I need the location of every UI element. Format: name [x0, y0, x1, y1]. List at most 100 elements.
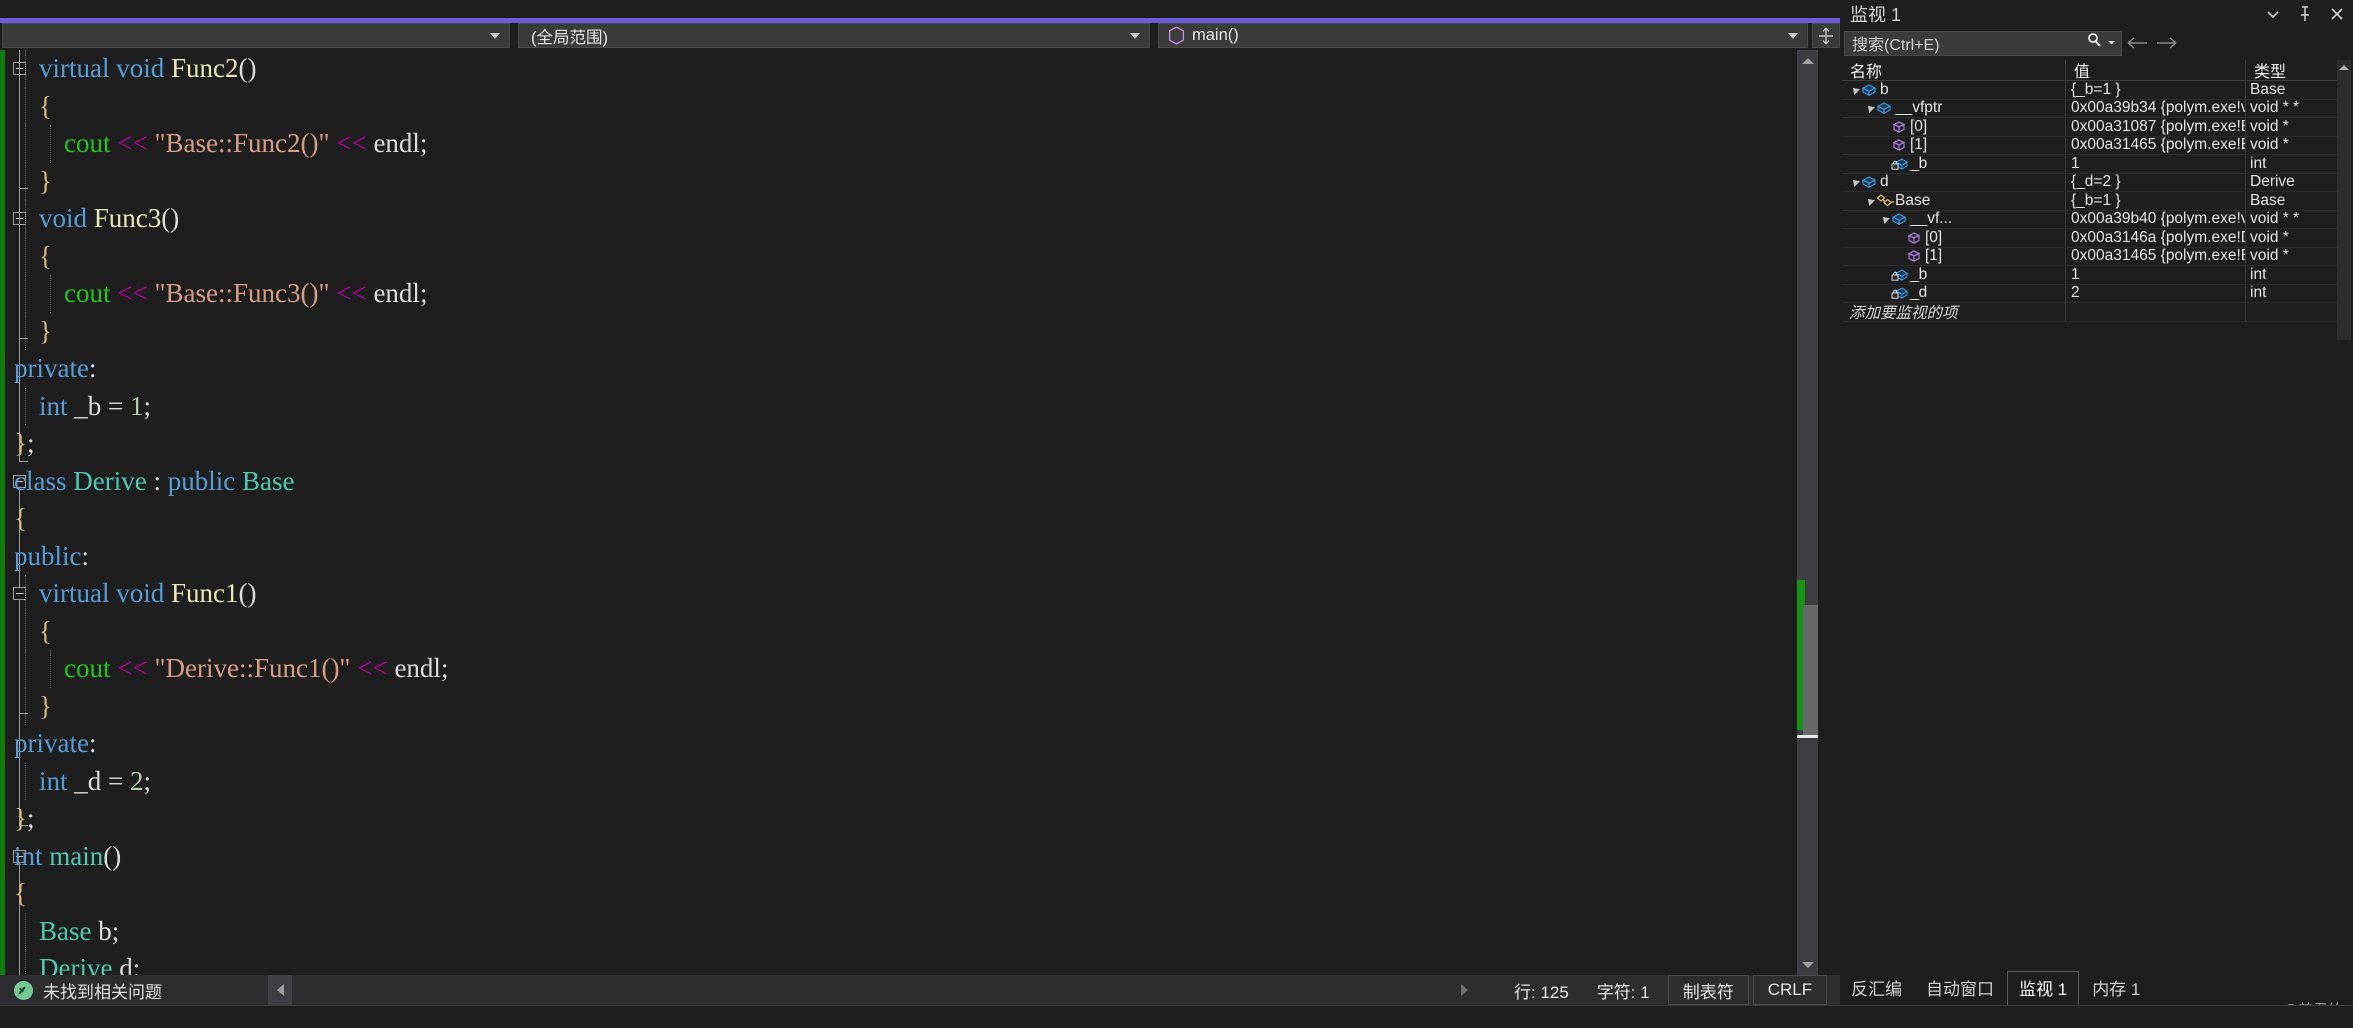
private-field-icon: [1891, 285, 1908, 301]
scroll-up-icon[interactable]: [1797, 50, 1818, 71]
watch-row[interactable]: [0] 0x00a31087 {polym.exe!Bas...void *: [1842, 118, 2339, 137]
search-input[interactable]: 搜索(Ctrl+E): [1844, 30, 2122, 56]
check-circle-icon: [14, 980, 33, 1000]
tool-tab-active[interactable]: 监视 1: [2007, 971, 2080, 1005]
expander-expanded-icon[interactable]: [1863, 100, 1876, 118]
chevron-down-icon[interactable]: [2107, 34, 2116, 52]
watch-cell-name[interactable]: __vf...: [1842, 210, 2066, 229]
watch-cell-name[interactable]: _b: [1842, 266, 2066, 284]
code-text[interactable]: virtual void Func2(){cout << "Base::Func…: [0, 50, 1840, 975]
code-token: class: [14, 465, 67, 496]
expander-expanded-icon[interactable]: [1878, 211, 1891, 229]
tool-tab-inactive[interactable]: 反汇编: [1840, 972, 1913, 1005]
watch-cell-value[interactable]: {_b=1 }: [2066, 81, 2246, 99]
code-token: {: [39, 90, 52, 121]
expander-none: [1893, 248, 1906, 266]
watch-cell-name[interactable]: [0]: [1842, 229, 2066, 247]
scope-dropdown[interactable]: (全局范围): [518, 23, 1150, 48]
watch-cell-name[interactable]: [1]: [1842, 247, 2066, 266]
pin-icon[interactable]: [2297, 6, 2313, 22]
element-icon: [1891, 119, 1907, 135]
watch-row[interactable]: b {_b=1 } Base: [1842, 81, 2339, 100]
code-token: main: [49, 840, 104, 871]
expander-none: [1878, 118, 1891, 136]
watch-row[interactable]: __vf... 0x00a39b40 {polym.exe!voi...void …: [1842, 210, 2339, 229]
chevron-down-icon[interactable]: [2265, 6, 2281, 22]
horizontal-scroll-right-button[interactable]: [1452, 975, 1476, 1005]
scroll-down-icon[interactable]: [1797, 954, 1818, 975]
error-status[interactable]: 未找到相关问题: [0, 978, 162, 1003]
watch-cell-name[interactable]: [1]: [1842, 136, 2066, 154]
triangle-up-icon[interactable]: [2337, 60, 2351, 74]
add-watch-item-label[interactable]: 添加要监视的项: [1842, 303, 2066, 321]
code-token: (): [103, 840, 122, 871]
watch-cell-value[interactable]: 0x00a31465 {polym.exe!Bas...: [2066, 136, 2246, 154]
editor-margin-rail: [1818, 50, 1840, 975]
arrow-left-icon[interactable]: [2122, 30, 2152, 56]
horizontal-scroll-left-button[interactable]: [268, 975, 292, 1005]
close-icon[interactable]: [2329, 6, 2345, 22]
watch-cell-value[interactable]: 0x00a31087 {polym.exe!Bas...: [2066, 118, 2246, 136]
watch-cell-value[interactable]: 1: [2066, 266, 2246, 284]
code-token: endl: [394, 653, 441, 683]
watch-row[interactable]: __vfptr 0x00a39b34 {polym.exe!voi...void …: [1842, 99, 2339, 118]
member-dropdown[interactable]: main(): [1158, 23, 1808, 48]
arrow-right-icon[interactable]: [2152, 30, 2182, 56]
tool-tab-inactive[interactable]: 自动窗口: [1915, 972, 2005, 1005]
column-header-value[interactable]: 值: [2066, 60, 2246, 80]
editor-vertical-scrollbar[interactable]: [1797, 50, 1818, 975]
watch-row[interactable]: _b 1 int: [1842, 266, 2339, 285]
watch-cell-name[interactable]: _b: [1842, 155, 2066, 173]
add-watch-item-row[interactable]: 添加要监视的项: [1842, 303, 2339, 322]
code-token: _b: [74, 390, 102, 421]
watch-cell-name[interactable]: _d: [1842, 284, 2066, 302]
code-line: void Func3(): [0, 200, 1840, 238]
watch-row[interactable]: _d 2 int: [1842, 284, 2339, 303]
watch-cell-type: void * *: [2250, 210, 2300, 228]
watch-cell-name[interactable]: [0]: [1842, 118, 2066, 136]
watch-row[interactable]: d {_d=2 } Derive: [1842, 173, 2339, 192]
code-token: ;: [26, 428, 35, 458]
watch-cell-name[interactable]: __vfptr: [1842, 99, 2066, 118]
watch-row[interactable]: [1] 0x00a31465 {polym.exe!Bas...void *: [1842, 247, 2339, 266]
watch-cell-value[interactable]: 0x00a3146a {polym.exe!Der...: [2066, 229, 2246, 247]
watch-vertical-scrollbar[interactable]: [2337, 60, 2351, 340]
split-view-icon[interactable]: [1812, 23, 1840, 48]
code-editor[interactable]: virtual void Func2(){cout << "Base::Func…: [0, 50, 1840, 975]
tool-tab-inactive[interactable]: 内存 1: [2081, 972, 2151, 1005]
line-ending-indicator[interactable]: CRLF: [1752, 975, 1828, 1005]
watch-row[interactable]: [0] 0x00a3146a {polym.exe!Der...void *: [1842, 229, 2339, 248]
watch-cell-value[interactable]: {_d=2 }: [2066, 173, 2246, 191]
watch-cell-name[interactable]: b: [1842, 81, 2066, 99]
watch-cell-name[interactable]: Base: [1842, 192, 2066, 210]
column-header-name[interactable]: 名称: [1842, 60, 2066, 80]
watch-cell-value[interactable]: 0x00a39b40 {polym.exe!voi...: [2066, 210, 2246, 228]
indent-guide: [25, 87, 26, 125]
tabs-mode-indicator[interactable]: 制表符: [1667, 975, 1749, 1005]
watch-cell-value[interactable]: 2: [2066, 284, 2246, 302]
watch-cell-name[interactable]: d: [1842, 173, 2066, 192]
expander-expanded-icon[interactable]: [1848, 174, 1861, 192]
code-token: }: [39, 165, 52, 196]
watch-row-name: __vfptr: [1895, 99, 1943, 117]
char-indicator: 字符: 1: [1596, 982, 1650, 1002]
watch-cell-value[interactable]: 0x00a39b34 {polym.exe!voi...: [2066, 99, 2246, 117]
watch-cell-value[interactable]: 1: [2066, 155, 2246, 173]
add-watch-item-value[interactable]: [2066, 303, 2246, 321]
watch-cell-value[interactable]: {_b=1 }: [2066, 192, 2246, 210]
project-dropdown[interactable]: [2, 23, 510, 48]
watch-cell-value[interactable]: 0x00a31465 {polym.exe!Bas...: [2066, 247, 2246, 265]
column-header-type[interactable]: 类型: [2246, 60, 2339, 80]
scrollbar-thumb[interactable]: [1803, 605, 1818, 735]
watch-row[interactable]: Base {_b=1 } Base: [1842, 192, 2339, 211]
code-token: public: [167, 465, 236, 496]
watch-cell-type: void * *: [2250, 99, 2300, 117]
expander-expanded-icon[interactable]: [1863, 192, 1876, 210]
search-icon[interactable]: [2086, 32, 2103, 54]
watch-row[interactable]: _b 1 int: [1842, 155, 2339, 174]
code-token: int: [39, 765, 68, 796]
watch-row[interactable]: [1] 0x00a31465 {polym.exe!Bas...void *: [1842, 136, 2339, 155]
watch-row-name: b: [1880, 81, 1889, 98]
expander-expanded-icon[interactable]: [1848, 81, 1861, 99]
